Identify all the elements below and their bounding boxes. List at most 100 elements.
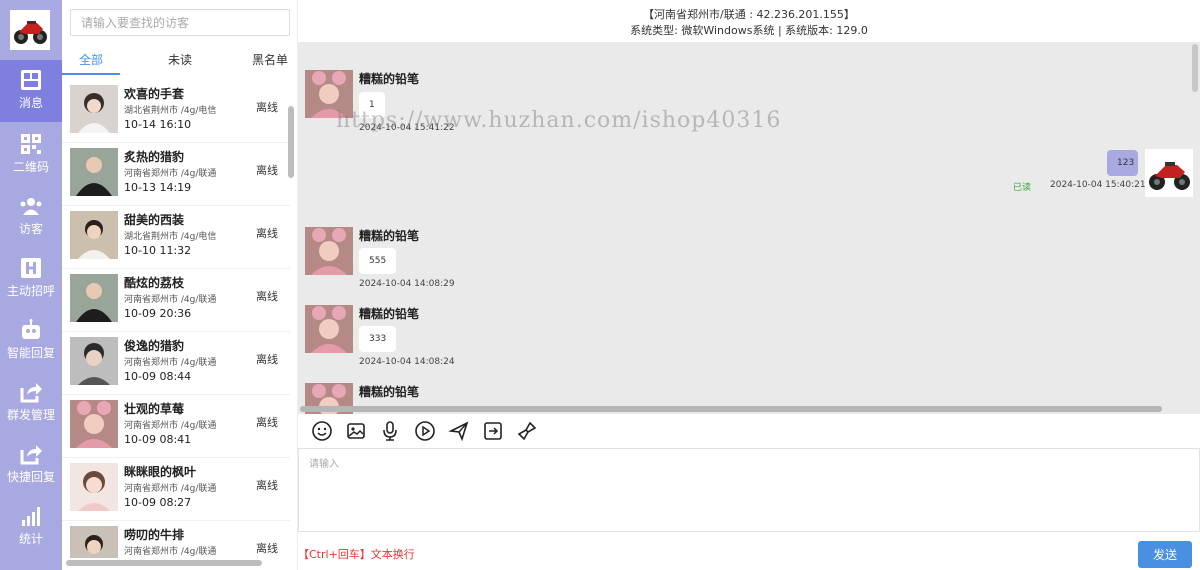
file-transfer-icon[interactable] [482, 420, 504, 442]
share-icon [20, 383, 42, 403]
message-input[interactable] [298, 448, 1200, 532]
visitor-status: 离线 [256, 227, 278, 240]
avatar [70, 526, 118, 558]
avatar [1145, 149, 1193, 197]
visitor-status: 离线 [256, 290, 278, 303]
visitor-search-input[interactable] [70, 9, 290, 36]
nav-label: 智能回复 [6, 346, 55, 360]
visitor-name: 炙热的猎豹 [124, 150, 185, 164]
visitor-name: 甜美的西装 [124, 213, 185, 227]
visitor-item[interactable]: 俊逸的猎豹 河南省郑州市 /4g/联通 10-09 08:44 离线 [62, 332, 290, 395]
avatar [305, 305, 353, 353]
nav-label: 消息 [18, 96, 43, 110]
tab-all[interactable]: 全部 [62, 48, 120, 75]
visitor-time: 10-09 08:27 [124, 496, 192, 509]
message-hscrollbar[interactable] [300, 406, 1162, 412]
nav-item-broadcast[interactable]: 群发管理 [0, 372, 62, 434]
visitor-item[interactable]: 唠叨的牛排 河南省郑州市 /4g/联通 离线 [62, 521, 290, 558]
qrcode-icon [21, 134, 41, 154]
message-time: 2024-10-04 15:41:22 [359, 123, 455, 133]
image-icon[interactable] [345, 420, 367, 442]
visitor-list-hscrollbar[interactable] [66, 560, 262, 566]
visitor-time: 10-14 16:10 [124, 118, 192, 131]
visitor-location: 湖北省荆州市 /4g/电信 [124, 106, 217, 116]
message-time: 2024-10-04 15:40:21 [1050, 180, 1146, 190]
nav-label: 快捷回复 [6, 470, 55, 484]
message-bubble: 555 [359, 248, 397, 274]
message-time: 2024-10-04 14:08:24 [359, 357, 455, 367]
visitor-status: 离线 [256, 479, 278, 492]
message-bubble-outgoing: 123 [1107, 150, 1138, 176]
message-bubble: 333 [359, 326, 397, 352]
visitor-location: 河南省郑州市 /4g/联通 [124, 547, 217, 557]
message-scrollbar[interactable] [1192, 44, 1198, 92]
nav-item-greet[interactable]: 主动招呼 [0, 248, 62, 310]
visitor-location: 河南省郑州市 /4g/联通 [124, 484, 217, 494]
message-icon [21, 70, 41, 90]
nav-item-auto-reply[interactable]: 智能回复 [0, 310, 62, 372]
visitor-time: 10-09 08:41 [124, 433, 192, 446]
visitor-item[interactable]: 酷炫的荔枝 河南省郑州市 /4g/联通 10-09 20:36 离线 [62, 269, 290, 332]
bar-chart-icon [22, 507, 40, 526]
visitor-tabs: 全部 未读 黑名单 [62, 48, 298, 76]
visitor-system-info: 系统类型: 微软Windows系统 | 系统版本: 129.0 [630, 24, 868, 37]
visitor-list: 欢喜的手套 湖北省荆州市 /4g/电信 10-14 16:10 离线 炙热的猎豹… [62, 80, 290, 558]
visitor-location: 河南省郑州市 /4g/联通 [124, 295, 217, 305]
visitor-location: 湖北省荆州市 /4g/电信 [124, 232, 217, 242]
tab-unread[interactable]: 未读 [152, 48, 208, 75]
visitor-time: 10-10 11:32 [124, 244, 192, 257]
visitor-list-scrollbar[interactable] [288, 106, 294, 178]
send-plane-icon[interactable] [448, 420, 470, 442]
logo-motorcycle [10, 10, 50, 50]
visitor-status: 离线 [256, 101, 278, 114]
chat-app: 消息 二维码 访客 主动招呼 智能回复 群发管理 快捷回复 统计 请输入要查找的… [0, 0, 1200, 570]
message-sender: 糟糕的铅笔 [359, 385, 420, 399]
nav-label: 群发管理 [6, 408, 55, 422]
nav-item-stats[interactable]: 统计 [0, 496, 62, 558]
clear-broom-icon[interactable] [516, 420, 538, 442]
visitor-status: 离线 [256, 416, 278, 429]
visitor-location: 河南省郑州市 /4g/联通 [124, 421, 217, 431]
nav-label: 主动招呼 [6, 284, 55, 298]
visitor-status: 离线 [256, 164, 278, 177]
tab-blacklist[interactable]: 黑名单 [242, 48, 298, 75]
avatar [70, 337, 118, 385]
visitor-status: 离线 [256, 542, 278, 555]
message-bubble: 1 [359, 92, 385, 118]
visitor-item[interactable]: 炙热的猎豹 河南省郑州市 /4g/联通 10-13 14:19 离线 [62, 143, 290, 206]
visitor-time: 10-09 20:36 [124, 307, 192, 320]
message-area: 糟糕的铅笔 1 2024-10-04 15:41:22 123 已读 2024-… [298, 42, 1200, 414]
visitor-item[interactable]: 眯眯眼的枫叶 河南省郑州市 /4g/联通 10-09 08:27 离线 [62, 458, 290, 521]
visitor-item[interactable]: 甜美的西装 湖北省荆州市 /4g/电信 10-10 11:32 离线 [62, 206, 290, 269]
visitor-list-pane: 全部 未读 黑名单 欢喜的手套 湖北省荆州市 /4g/电信 10-14 16:1… [62, 0, 298, 570]
send-button[interactable]: 发送 [1138, 541, 1192, 568]
avatar [70, 85, 118, 133]
visitor-name: 酷炫的荔枝 [124, 276, 185, 290]
visitor-item[interactable]: 壮观的草莓 河南省郑州市 /4g/联通 10-09 08:41 离线 [62, 395, 290, 458]
nav-item-quick-reply[interactable]: 快捷回复 [0, 434, 62, 496]
message-sender: 糟糕的铅笔 [359, 72, 420, 86]
message-time: 2024-10-04 14:08:29 [359, 279, 455, 289]
visitor-name: 欢喜的手套 [124, 87, 185, 101]
chat-header: 【河南省郑州市/联通 : 42.236.201.155】 系统类型: 微软Win… [298, 0, 1200, 42]
visitor-name: 唠叨的牛排 [124, 528, 185, 542]
avatar [70, 211, 118, 259]
nav-item-messages[interactable]: 消息 [0, 60, 62, 122]
greet-icon [21, 258, 41, 278]
video-play-icon[interactable] [414, 420, 436, 442]
nav-item-visitors[interactable]: 访客 [0, 186, 62, 248]
message-sender: 糟糕的铅笔 [359, 307, 420, 321]
avatar [305, 227, 353, 275]
emoji-icon[interactable] [311, 420, 333, 442]
nav-label: 统计 [18, 532, 43, 546]
visitor-time: 10-09 08:44 [124, 370, 192, 383]
visitor-name: 眯眯眼的枫叶 [124, 465, 197, 479]
visitor-name: 俊逸的猎豹 [124, 339, 185, 353]
nav-item-qrcode[interactable]: 二维码 [0, 124, 62, 186]
visitor-time: 10-13 14:19 [124, 181, 192, 194]
robot-icon [22, 319, 40, 339]
nav-label: 访客 [18, 222, 43, 236]
visitor-item[interactable]: 欢喜的手套 湖北省荆州市 /4g/电信 10-14 16:10 离线 [62, 80, 290, 143]
visitors-icon [20, 198, 42, 215]
microphone-icon[interactable] [379, 420, 401, 442]
